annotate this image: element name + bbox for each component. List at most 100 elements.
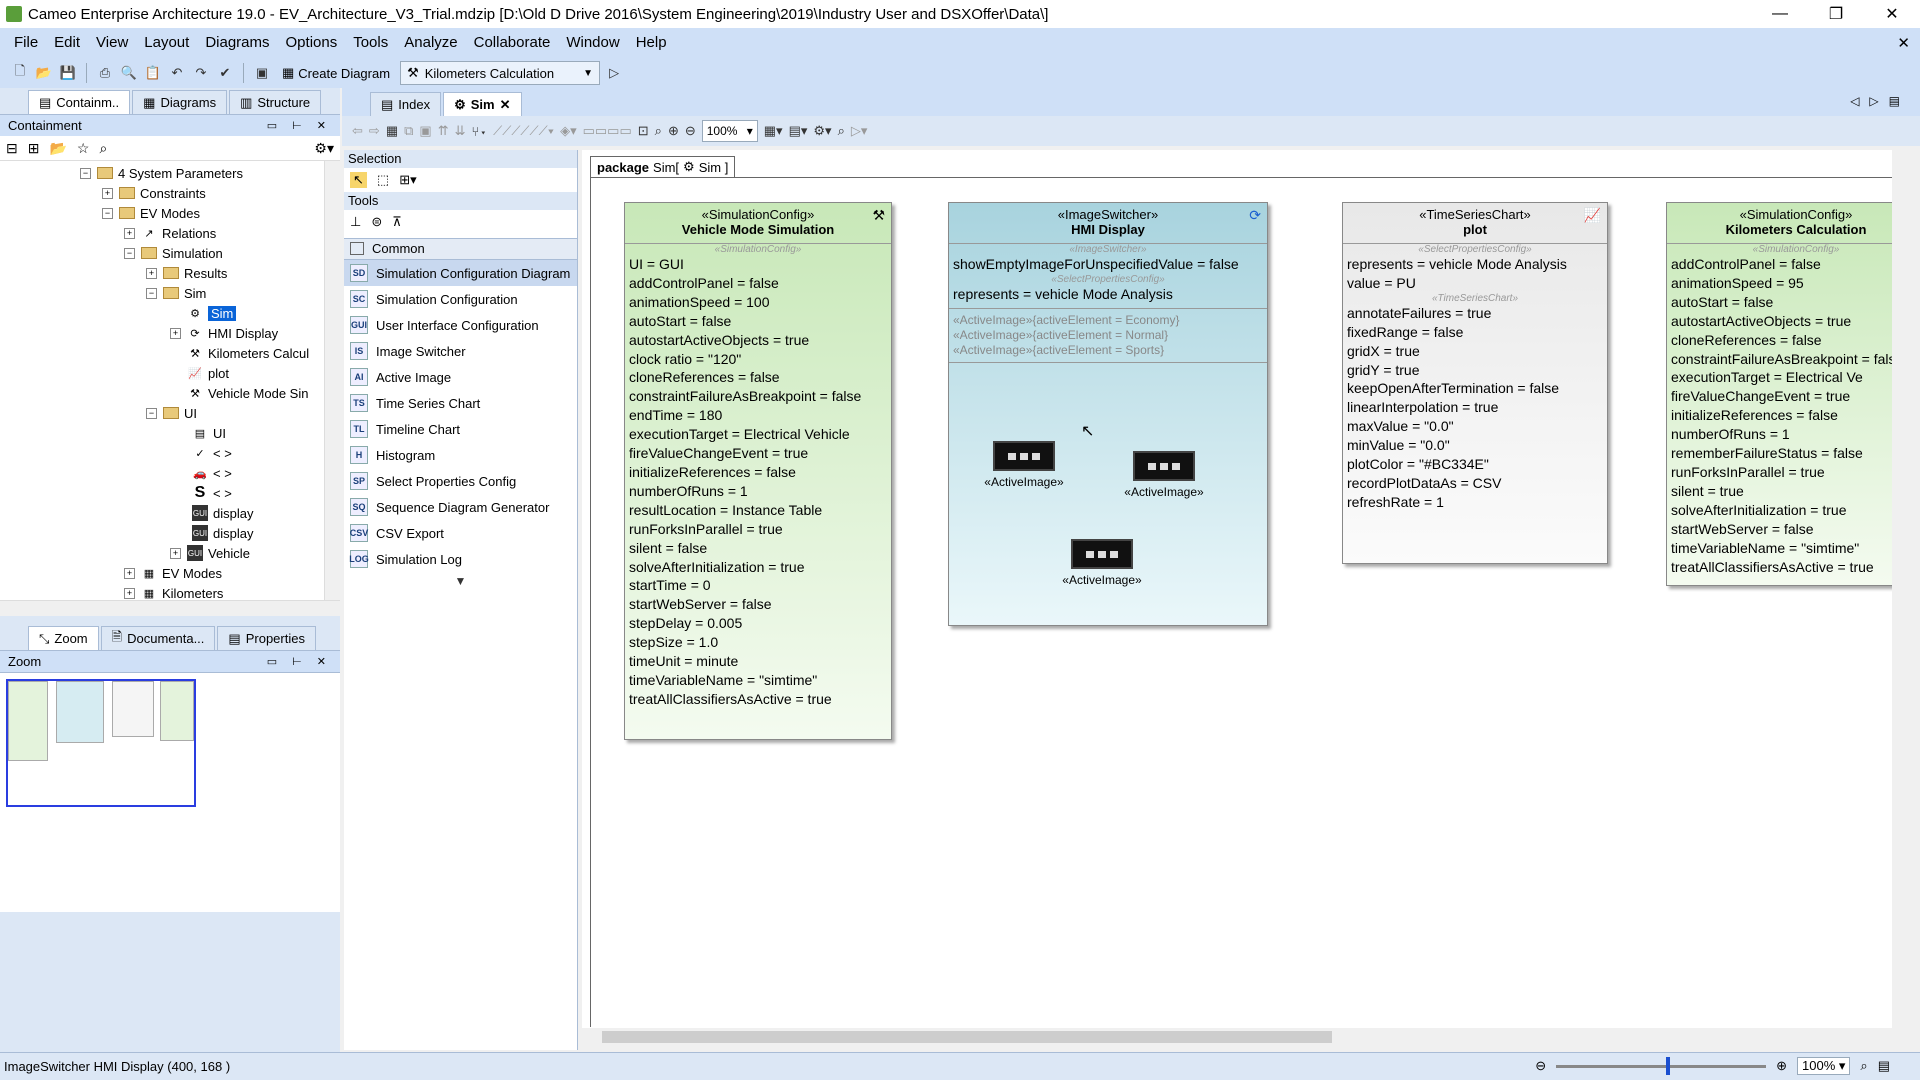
- tree-item-selected[interactable]: ⚙ Sim: [187, 303, 237, 323]
- menu-edit[interactable]: Edit: [46, 28, 88, 58]
- expand-toggle-icon[interactable]: +: [124, 567, 135, 579]
- tree-item[interactable]: + Results: [146, 263, 227, 283]
- tree-item[interactable]: 🚗 < >: [192, 463, 232, 483]
- zoom-in-icon[interactable]: ⊕: [668, 123, 679, 139]
- palette-item[interactable]: IS Image Switcher: [344, 338, 577, 364]
- hmi-display-block[interactable]: ⟳ «ImageSwitcher» HMI Display «ImageSwit…: [948, 202, 1268, 626]
- tree-item[interactable]: ✓ < >: [192, 443, 231, 463]
- more-items-icon[interactable]: ▼: [344, 574, 577, 588]
- table-layout-icon[interactable]: ▤▾: [789, 123, 808, 139]
- canvas-horizontal-scrollbar[interactable]: [582, 1028, 1892, 1046]
- redo-icon[interactable]: ↷: [191, 63, 211, 83]
- select-all-icon[interactable]: ⊡: [638, 123, 649, 139]
- windows-icon[interactable]: ▣: [252, 63, 272, 83]
- menu-help[interactable]: Help: [628, 28, 675, 58]
- memory-icon[interactable]: ▤: [1878, 1058, 1890, 1074]
- zoom-select[interactable]: 100% ▾: [701, 120, 758, 142]
- tree-item[interactable]: + ↗ Relations: [124, 223, 216, 243]
- menu-tools[interactable]: Tools: [345, 28, 396, 58]
- align-icon[interactable]: ⇈: [438, 123, 449, 139]
- plot-block[interactable]: 📈 «TimeSeriesChart» plot «SelectProperti…: [1342, 202, 1608, 564]
- menu-layout[interactable]: Layout: [136, 28, 197, 58]
- collapse-toggle-icon[interactable]: −: [124, 247, 135, 259]
- back-icon[interactable]: ⇦: [352, 123, 363, 139]
- zoom-out-icon[interactable]: ⊖: [1535, 1058, 1546, 1074]
- path-style-icon[interactable]: ⑂▾: [472, 124, 488, 139]
- slider-thumb[interactable]: [1666, 1056, 1671, 1075]
- expand-toggle-icon[interactable]: +: [170, 547, 181, 559]
- menu-diagrams[interactable]: Diagrams: [197, 28, 277, 58]
- zoom-out-icon[interactable]: ⊖: [685, 123, 696, 139]
- tree-horizontal-scrollbar[interactable]: [0, 600, 340, 616]
- palette-item[interactable]: GUI User Interface Configuration: [344, 312, 577, 338]
- collapse-toggle-icon[interactable]: −: [146, 287, 157, 299]
- expand-toggle-icon[interactable]: +: [124, 227, 135, 239]
- star-icon[interactable]: ☆: [77, 140, 90, 157]
- menu-view[interactable]: View: [88, 28, 136, 58]
- play-icon[interactable]: ▷▾: [851, 123, 868, 139]
- palette-item[interactable]: AI Active Image: [344, 364, 577, 390]
- palette-item[interactable]: TL Timeline Chart: [344, 416, 577, 442]
- tree-item[interactable]: − EV Modes: [102, 203, 200, 223]
- close-icon[interactable]: ✕: [500, 97, 511, 113]
- tree-item[interactable]: ⚒ Vehicle Mode Sin: [187, 383, 308, 403]
- folder-open-icon[interactable]: 📂: [49, 140, 66, 157]
- open-folder-icon[interactable]: 📂: [34, 63, 54, 83]
- tree-item[interactable]: + ▦ EV Modes: [124, 563, 222, 583]
- create-diagram-button[interactable]: ▦ Create Diagram: [276, 61, 396, 85]
- gear-icon[interactable]: ⚙▾: [314, 140, 334, 157]
- expand-toggle-icon[interactable]: +: [170, 327, 181, 339]
- lasso-icon[interactable]: ⊞▾: [399, 172, 416, 188]
- tree-item[interactable]: 📈 plot: [187, 363, 229, 383]
- palette-item[interactable]: SD Simulation Configuration Diagram: [344, 260, 577, 286]
- expand-icon[interactable]: ⊞: [28, 140, 40, 157]
- kilometers-calculation-block[interactable]: «SimulationConfig» Kilometers Calculatio…: [1666, 202, 1892, 586]
- tree-item[interactable]: − Sim: [146, 283, 206, 303]
- tab-containment[interactable]: ▤ Containm..: [28, 90, 131, 114]
- palette-item[interactable]: TS Time Series Chart: [344, 390, 577, 416]
- settings-icon[interactable]: ⚙▾: [813, 123, 831, 139]
- expand-toggle-icon[interactable]: +: [146, 267, 157, 279]
- new-file-icon[interactable]: 🗋: [10, 63, 30, 83]
- palette-item[interactable]: SQ Sequence Diagram Generator: [344, 494, 577, 520]
- save-icon[interactable]: 💾: [58, 63, 78, 83]
- menu-file[interactable]: File: [6, 28, 46, 58]
- stamp-icon[interactable]: ⊥: [350, 214, 361, 230]
- tree-item[interactable]: + ▦ Kilometers: [124, 583, 223, 600]
- fill-icon[interactable]: ◈▾: [560, 123, 577, 139]
- common-group[interactable]: Common: [344, 238, 577, 260]
- tree-item[interactable]: + ⟳ HMI Display: [170, 323, 278, 343]
- close-button[interactable]: ✕: [1864, 0, 1920, 28]
- zoom-overview[interactable]: [0, 672, 340, 912]
- undo-icon[interactable]: ↶: [167, 63, 187, 83]
- menu-analyze[interactable]: Analyze: [396, 28, 465, 58]
- status-zoom-select[interactable]: 100% ▾: [1797, 1057, 1851, 1075]
- distribute-icon[interactable]: ⇊: [455, 123, 466, 139]
- palette-item[interactable]: SC Simulation Configuration: [344, 286, 577, 312]
- tab-properties[interactable]: ▤ Properties: [217, 626, 316, 650]
- search-icon[interactable]: ⌕: [99, 140, 107, 157]
- zoom-in-icon[interactable]: ⊕: [1776, 1058, 1787, 1074]
- grid-icon[interactable]: ▦▾: [764, 123, 783, 139]
- tree-item[interactable]: ▤ UI: [192, 423, 226, 443]
- paste-icon[interactable]: ▣: [419, 123, 431, 139]
- palette-item[interactable]: LOG Simulation Log: [344, 546, 577, 572]
- maximize-button[interactable]: ❐: [1808, 0, 1864, 28]
- tree-item[interactable]: − UI: [146, 403, 197, 423]
- search-icon[interactable]: ⌕: [838, 123, 845, 139]
- copy-icon[interactable]: ⧉: [404, 123, 413, 139]
- expand-toggle-icon[interactable]: +: [124, 587, 135, 599]
- tree-item[interactable]: GUI display: [192, 503, 253, 523]
- run-icon[interactable]: ▷: [604, 63, 624, 83]
- shape-icon[interactable]: ▭▭▭▭: [583, 123, 632, 139]
- palette-item[interactable]: CSV CSV Export: [344, 520, 577, 546]
- tree-item[interactable]: + GUI Vehicle: [170, 543, 250, 563]
- scroll-thumb[interactable]: [602, 1031, 1332, 1043]
- connector-icon[interactable]: ⟋⟋⟋⟋⟋⟋▾: [493, 123, 554, 139]
- menu-options[interactable]: Options: [278, 28, 346, 58]
- canvas-vertical-scrollbar[interactable]: [1892, 150, 1910, 1028]
- forward-icon[interactable]: ⇨: [369, 123, 380, 139]
- split-icon[interactable]: ⊜: [371, 214, 382, 230]
- tree-item[interactable]: ⚒ Kilometers Calcul: [187, 343, 309, 363]
- tab-documentation[interactable]: 🗎 Documenta...: [100, 626, 216, 650]
